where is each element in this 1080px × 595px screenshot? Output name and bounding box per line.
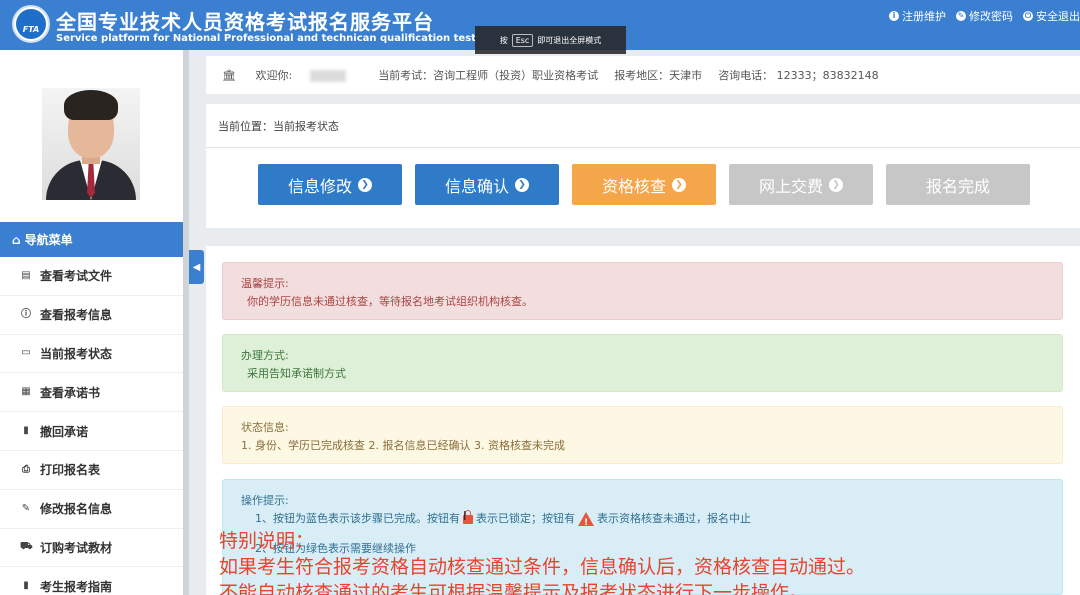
step-label: 资格核查 (601, 176, 666, 196)
register-maintain-label: 注册维护 (902, 10, 946, 23)
change-password-link[interactable]: ✎ 修改密码 (956, 8, 1013, 24)
top-links: i 注册维护 ✎ 修改密码 ⏻ 安全退出 (889, 8, 1080, 24)
hotline: 咨询电话： 12333；83832148 (718, 69, 879, 82)
warning-icon (578, 512, 594, 532)
sidebar-item-label: 修改报名信息 (40, 502, 113, 517)
step-label: 信息修改 (287, 176, 352, 196)
ops-line-1a: 1、按钮为蓝色表示该步骤已完成。按钮有 (255, 512, 460, 525)
nav-list: ▤ 查看考试文件 ⓘ 查看报考信息 ▭ 当前报考状态 ▦ 查看承诺书 ▮ 撤回承诺 ⎙ 打印… (0, 257, 183, 595)
nav-menu-header-label: 导航菜单 (24, 233, 73, 247)
step-online-payment-button[interactable]: 网上交费 ❯ (729, 164, 873, 205)
sidebar-divider (183, 50, 189, 595)
status-body: 1. 身份、学历已完成核查 2. 报名信息已经确认 3. 资格核查未完成 (241, 439, 565, 452)
method-title: 办理方式: (241, 349, 289, 362)
edit-icon: ✎ (956, 11, 966, 21)
step-registration-complete-button[interactable]: 报名完成 (886, 164, 1030, 205)
logout-link[interactable]: ⏻ 安全退出 (1023, 8, 1080, 24)
sidebar-item-label: 查看承诺书 (40, 385, 101, 400)
sidebar-item-label: 查看考试文件 (40, 269, 113, 284)
chevron-circle-right-icon: ❯ (829, 177, 843, 192)
chevron-circle-right-icon: ❯ (358, 177, 372, 192)
esc-key: Esc (511, 33, 534, 47)
tip-title: 温馨提示: (241, 277, 289, 290)
sidebar-item-order-textbooks[interactable]: ⛟ 订购考试教材 (0, 529, 183, 568)
step-confirm-info-button[interactable]: 信息确认 ❯ (415, 164, 559, 205)
sidebar-collapse-button[interactable]: ◀ (189, 250, 204, 284)
step-qualification-check-button[interactable]: 资格核查 ❯ (572, 164, 716, 205)
step-bar: 信息修改 ❯ 信息确认 ❯ 资格核查 ❯ 网上交费 ❯ 报名完成 (258, 164, 1030, 205)
sidebar-item-label: 订购考试教材 (40, 540, 113, 555)
status-alert: 状态信息: 1. 身份、学历已完成核查 2. 报名信息已经确认 3. 资格核查未… (222, 406, 1063, 464)
sidebar-item-exam-guide[interactable]: ▮ 考生报考指南 (0, 567, 183, 595)
tip-body: 你的学历信息未通过核查，等待报名地考试组织机构核查。 (247, 295, 533, 308)
chevron-circle-right-icon: ❯ (515, 177, 529, 192)
step-label: 网上交费 (758, 176, 823, 196)
sidebar-item-label: 当前报考状态 (40, 346, 113, 361)
file-icon: ▤ (21, 269, 31, 281)
ops-line-1b: 表示已锁定；按钮有 (476, 512, 575, 525)
change-password-label: 修改密码 (969, 10, 1013, 23)
step-label: 信息确认 (444, 176, 509, 196)
site-subtitle: Service platform for National Profession… (56, 33, 476, 44)
avatar (42, 88, 140, 200)
power-icon: ⏻ (1023, 11, 1033, 21)
user-info-bar: 🏛 欢迎你: 当前考试：咨询工程师（投资）职业资格考试 报考地区：天津市 咨询电… (206, 56, 1080, 94)
sidebar-item-label: 撤回承诺 (40, 424, 89, 439)
overlay-line-1: 特别说明： (219, 530, 315, 552)
status-panel: 当前位置：当前报考状态 信息修改 ❯ 信息确认 ❯ 资格核查 ❯ 网上交费 ❯ 报名完成 (206, 104, 1080, 228)
step-label: 报名完成 (925, 176, 990, 196)
ops-line-1: 1、按钮为蓝色表示该步骤已完成。按钮有 表示已锁定；按钮有 表示资格核查未通过，报名… (241, 509, 1044, 532)
breadcrumb: 当前位置：当前报考状态 (206, 104, 1080, 148)
sidebar-item-label: 查看报考信息 (40, 308, 113, 323)
logout-label: 安全退出 (1036, 10, 1080, 23)
info-icon: i (889, 11, 899, 21)
sidebar-item-withdraw-commitment[interactable]: ▮ 撤回承诺 (0, 412, 183, 451)
text-cursor-icon: I (463, 509, 467, 523)
sidebar-item-print-form[interactable]: ⎙ 打印报名表 (0, 451, 183, 490)
sidebar: ⌂ 导航菜单 ▤ 查看考试文件 ⓘ 查看报考信息 ▭ 当前报考状态 ▦ 查看承诺书 ▮ 撤… (0, 50, 183, 595)
overlay-line-3: 不能自动核查通过的考生可根据温馨提示及报考状态进行下一步操作。 (219, 582, 809, 595)
book-icon: ▮ (23, 580, 29, 592)
site-title: 全国专业技术人员资格考试报名服务平台 (56, 10, 434, 34)
welcome-text: 🏛 欢迎你: (222, 67, 362, 83)
logo-mark: FTA (16, 9, 46, 39)
cart-icon: ⛟ (20, 541, 33, 553)
status-title: 状态信息: (241, 421, 289, 434)
bank-icon: 🏛 (222, 69, 236, 82)
sidebar-item-label: 打印报名表 (40, 463, 101, 478)
platform-logo: FTA (12, 5, 50, 43)
method-body: 采用告知承诺制方式 (247, 367, 346, 380)
sidebar-item-current-status[interactable]: ▭ 当前报考状态 (0, 335, 183, 374)
current-exam: 当前考试：咨询工程师（投资）职业资格考试 (378, 69, 599, 82)
edit-icon: ✎ (21, 502, 31, 514)
special-note-overlay: 特别说明： 如果考生符合报考资格自动核查通过条件，信息确认后，资格核查自动通过。… (219, 528, 865, 595)
ops-title: 操作提示: (241, 494, 289, 507)
esc-tip-prefix: 按 (499, 35, 508, 45)
monitor-icon: ▭ (21, 347, 31, 359)
card-icon: ▦ (21, 386, 31, 398)
blurred-username (310, 70, 347, 82)
overlay-line-2: 如果考生符合报考资格自动核查通过条件，信息确认后，资格核查自动通过。 (219, 556, 866, 578)
book-icon: ▮ (23, 425, 29, 437)
exam-region: 报考地区：天津市 (614, 69, 703, 82)
print-icon: ⎙ (22, 463, 30, 475)
fullscreen-esc-tip: 按 Esc 即可退出全屏模式 (475, 26, 626, 54)
sidebar-item-commitment[interactable]: ▦ 查看承诺书 (0, 373, 183, 413)
register-maintain-link[interactable]: i 注册维护 (889, 8, 946, 24)
sidebar-item-label: 考生报考指南 (40, 579, 113, 594)
esc-tip-suffix: 即可退出全屏模式 (537, 35, 602, 45)
sidebar-item-exam-files[interactable]: ▤ 查看考试文件 (0, 257, 183, 296)
sidebar-item-edit-registration[interactable]: ✎ 修改报名信息 (0, 490, 183, 529)
method-alert: 办理方式: 采用告知承诺制方式 (222, 334, 1063, 392)
sidebar-item-exam-info[interactable]: ⓘ 查看报考信息 (0, 296, 183, 335)
welcome-label: 欢迎你: (255, 69, 293, 82)
ops-line-1c: 表示资格核查未通过，报名中止 (597, 512, 751, 525)
step-edit-info-button[interactable]: 信息修改 ❯ (258, 164, 402, 205)
tip-alert: 温馨提示: 你的学历信息未通过核查，等待报名地考试组织机构核查。 (222, 262, 1063, 320)
chevron-left-icon: ◀ (192, 261, 201, 273)
info-icon: ⓘ (21, 308, 31, 320)
nav-menu-header[interactable]: ⌂ 导航菜单 (0, 222, 183, 257)
chevron-circle-right-icon: ❯ (672, 177, 686, 192)
home-icon: ⌂ (12, 232, 21, 247)
